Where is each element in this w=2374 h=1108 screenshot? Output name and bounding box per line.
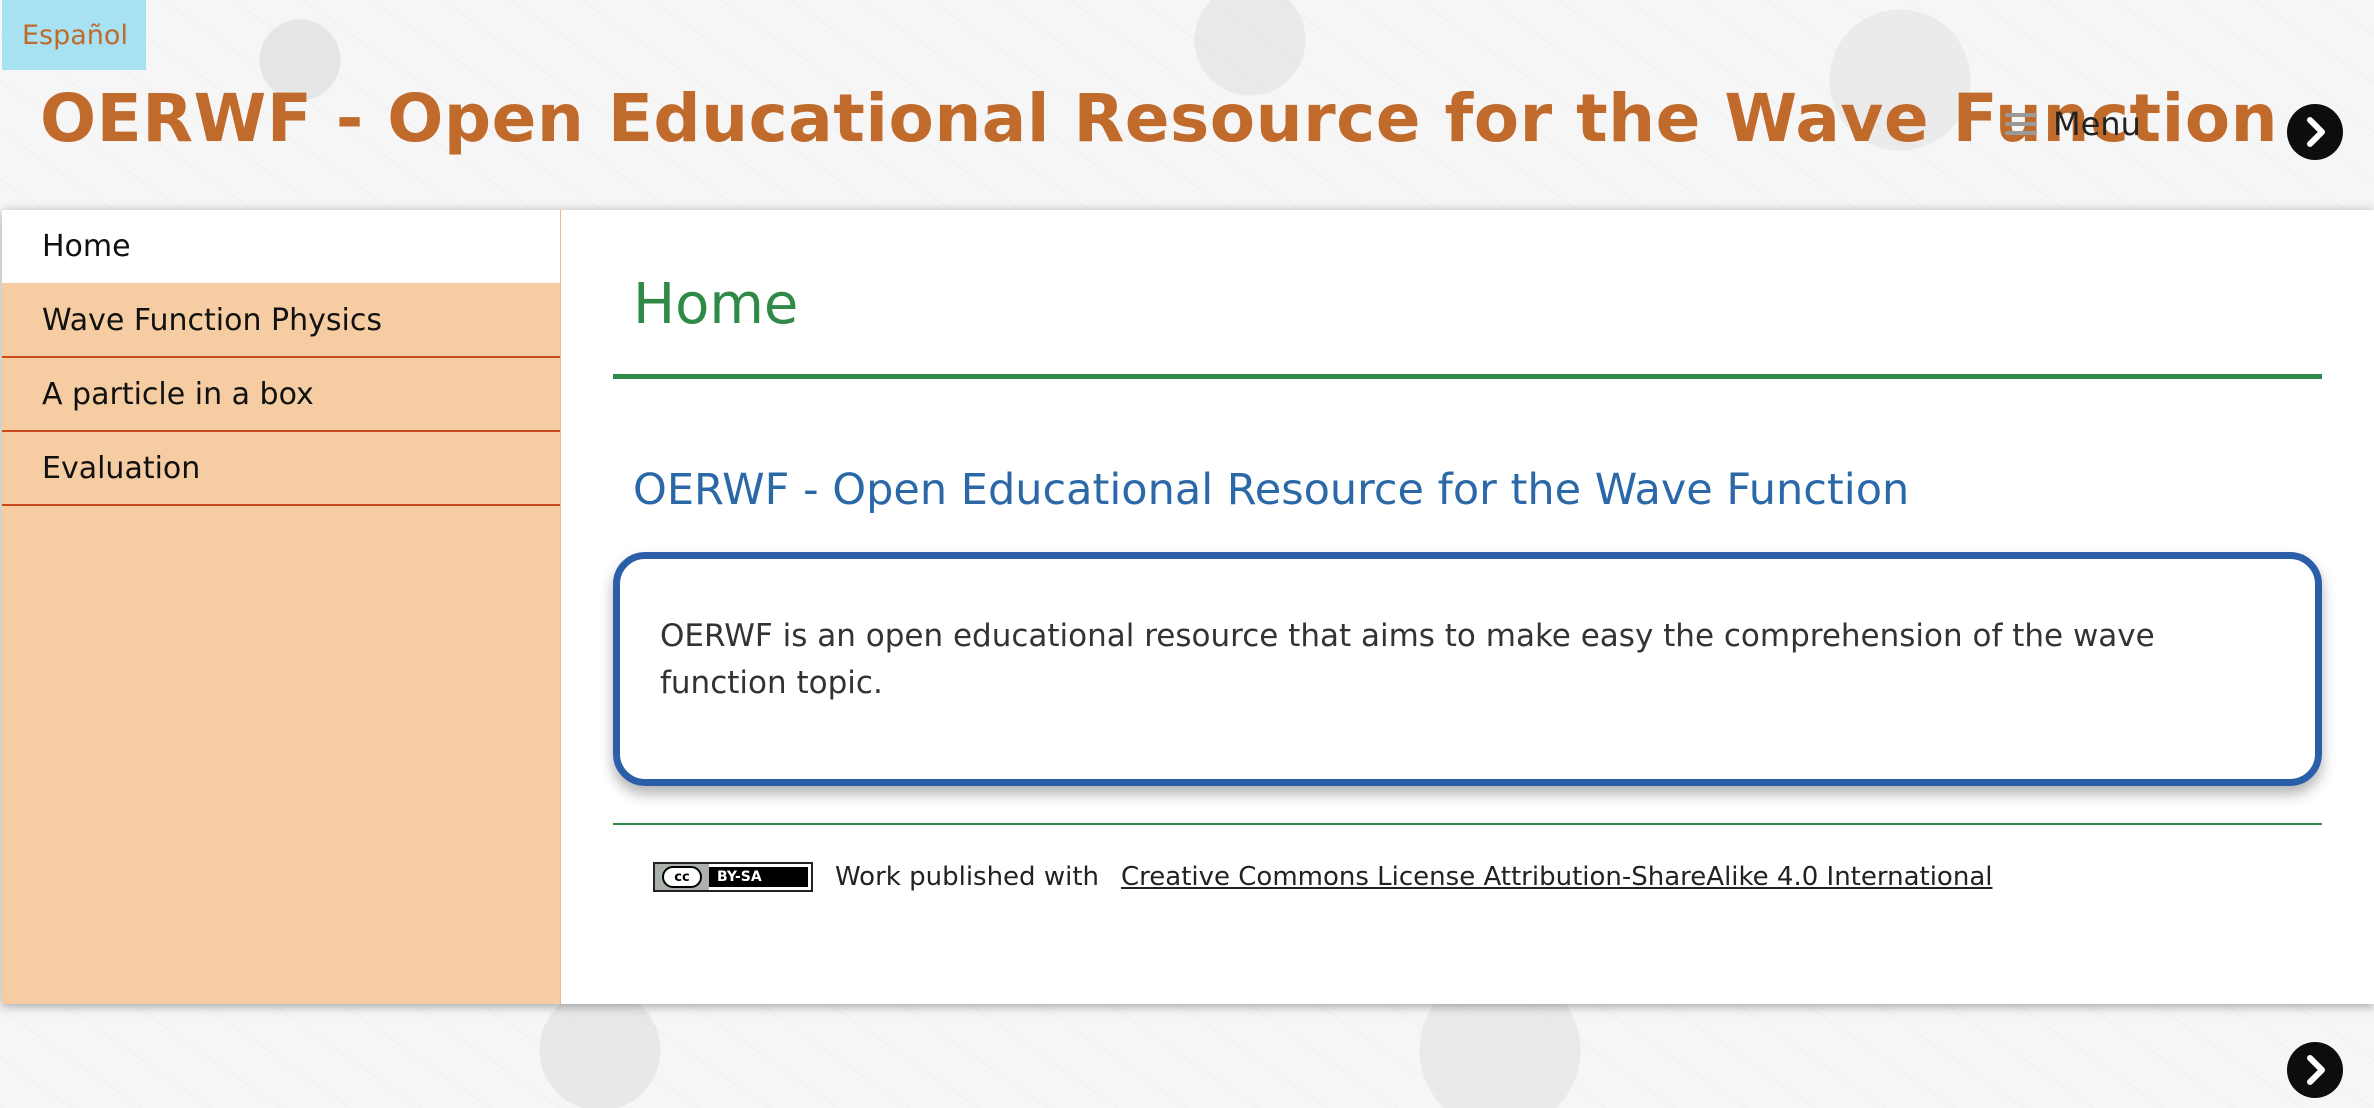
sidebar-item-label: A particle in a box (42, 376, 314, 412)
sidebar-item-home[interactable]: Home (2, 210, 560, 284)
sidebar: Home Wave Function Physics A particle in… (2, 210, 561, 1004)
menu-button[interactable]: Menu (2005, 105, 2141, 143)
sidebar-item-evaluation[interactable]: Evaluation (2, 432, 560, 506)
info-text: OERWF is an open educational resource th… (660, 618, 2155, 701)
page-title: Home (633, 272, 799, 337)
license-link[interactable]: Creative Commons License Attribution-Sha… (1121, 862, 1992, 892)
sidebar-item-particle-in-a-box[interactable]: A particle in a box (2, 358, 560, 432)
cc-license-type: BY-SA (709, 867, 808, 887)
cc-logo-icon: cc (655, 864, 709, 890)
license-notice: cc BY-SA Work published with Creative Co… (653, 862, 1992, 892)
site-title: OERWF - Open Educational Resource for th… (40, 80, 2279, 157)
language-link-espanol[interactable]: Español (2, 0, 146, 70)
cc-by-sa-badge[interactable]: cc BY-SA (653, 862, 813, 892)
footer-divider (613, 823, 2322, 825)
sidebar-item-wave-function-physics[interactable]: Wave Function Physics (2, 284, 560, 358)
license-prefix: Work published with (835, 862, 1099, 892)
main-panel: Home Wave Function Physics A particle in… (2, 210, 2374, 1004)
title-divider (613, 374, 2322, 379)
menu-label: Menu (2053, 105, 2141, 143)
next-page-button-bottom[interactable] (2287, 1042, 2343, 1098)
sidebar-item-label: Evaluation (42, 450, 201, 486)
section-heading: OERWF - Open Educational Resource for th… (633, 465, 1910, 515)
sidebar-item-label: Wave Function Physics (42, 302, 382, 338)
info-box: OERWF is an open educational resource th… (613, 552, 2322, 786)
next-page-button-top[interactable] (2287, 104, 2343, 160)
hamburger-icon (2005, 113, 2037, 135)
sidebar-item-label: Home (42, 229, 131, 264)
content-area: Home OERWF - Open Educational Resource f… (561, 210, 2374, 1004)
cc-logo-text: cc (662, 866, 702, 888)
chevron-right-icon (2307, 1055, 2325, 1085)
chevron-right-icon (2307, 117, 2325, 147)
